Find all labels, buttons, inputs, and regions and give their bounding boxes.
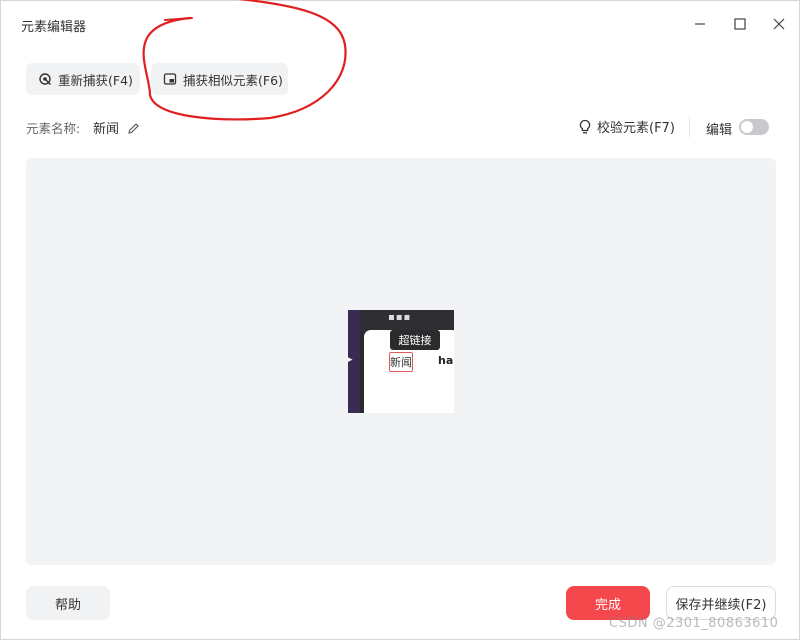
title-bar: 元素编辑器 — [1, 1, 799, 47]
element-name-label: 元素名称: — [26, 121, 81, 136]
close-icon — [773, 18, 785, 30]
lightbulb-icon — [579, 119, 591, 133]
recapture-button[interactable]: 重新捕获(F4) — [26, 63, 140, 95]
capture-similar-label: 捕获相似元素(F6) — [183, 72, 283, 88]
help-button[interactable]: 帮助 — [26, 586, 110, 620]
recapture-label: 重新捕获(F4) — [58, 72, 133, 88]
next-link-text: ha — [438, 354, 454, 367]
maximize-icon — [734, 18, 746, 30]
edit-toggle-knob — [741, 121, 753, 133]
maximize-button[interactable] — [729, 13, 751, 35]
close-button[interactable] — [768, 13, 790, 35]
highlighted-element: 新闻 — [389, 352, 413, 372]
element-name-value: 新闻 — [93, 122, 120, 137]
edit-label: 编辑 — [706, 123, 733, 138]
minimize-icon — [695, 23, 705, 25]
edit-toggle[interactable] — [739, 119, 769, 135]
csdn-watermark: CSDN @2301_80863610 — [609, 616, 779, 631]
window-title: 元素编辑器 — [21, 20, 87, 35]
verify-element-label: 校验元素(F7) — [597, 121, 675, 136]
pencil-icon — [128, 123, 139, 134]
element-editor-window: 元素编辑器 重新捕获(F4) 捕获相似元素(F6) 元素名称: 新闻 校验元素(… — [0, 0, 800, 640]
save-and-continue-button[interactable]: 保存并继续(F2) — [666, 586, 776, 620]
element-screenshot: ▪▪▪ ▸ 新闻 ha 超链接 — [348, 310, 454, 413]
recapture-icon — [39, 73, 51, 85]
element-type-tooltip: 超链接 — [390, 330, 440, 350]
minimize-button[interactable] — [689, 13, 711, 35]
screenshot-side-strip: ▸ — [348, 310, 360, 413]
done-button[interactable]: 完成 — [566, 586, 650, 620]
toolbar-divider — [689, 117, 690, 137]
rename-button[interactable] — [127, 120, 140, 139]
capture-similar-button[interactable]: 捕获相似元素(F6) — [151, 63, 288, 95]
verify-element-button[interactable]: 校验元素(F7) — [578, 117, 675, 136]
capture-similar-icon — [163, 73, 177, 85]
screenshot-topbar: ▪▪▪ — [348, 310, 454, 332]
